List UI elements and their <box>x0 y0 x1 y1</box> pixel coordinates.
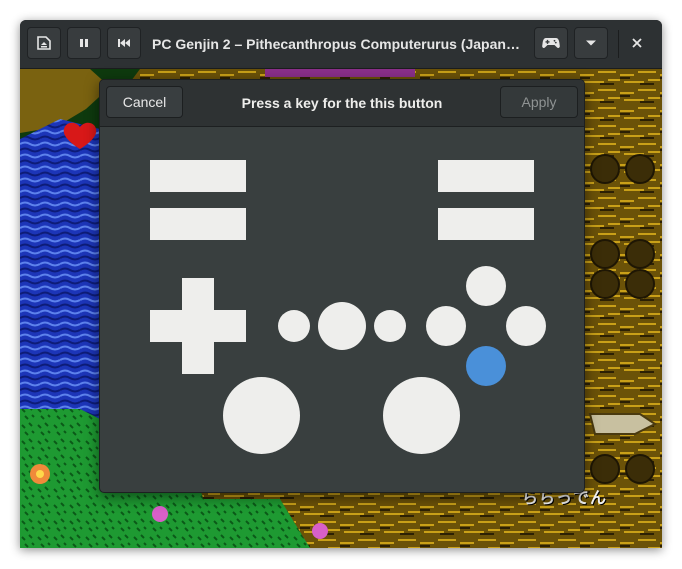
left-trigger-button[interactable] <box>150 208 246 240</box>
close-icon <box>631 37 643 49</box>
restart-button[interactable] <box>107 27 141 59</box>
dpad-horizontal[interactable] <box>150 310 246 342</box>
right-shoulder-button[interactable] <box>438 160 534 192</box>
face-button-left[interactable] <box>426 306 466 346</box>
pause-icon <box>77 36 91 50</box>
chevron-down-icon <box>585 39 597 47</box>
skip-backward-icon <box>116 36 132 50</box>
gamepad-icon <box>542 36 560 50</box>
apply-button[interactable]: Apply <box>500 86 578 118</box>
close-button[interactable] <box>620 27 654 59</box>
start-button[interactable] <box>374 310 406 342</box>
left-shoulder-button[interactable] <box>150 160 246 192</box>
window-title: PC Genjin 2 – Pithecanthropus Computerur… <box>152 36 524 52</box>
right-stick[interactable] <box>383 377 460 454</box>
select-button[interactable] <box>278 310 310 342</box>
left-stick[interactable] <box>223 377 300 454</box>
home-button[interactable] <box>318 302 366 350</box>
pause-button[interactable] <box>67 27 101 59</box>
menu-button[interactable] <box>574 27 608 59</box>
dialog-header: Cancel Press a key for the this button A… <box>100 80 584 127</box>
dialog-title: Press a key for the this button <box>241 95 443 111</box>
input-mode-button[interactable] <box>534 27 568 59</box>
face-button-top[interactable] <box>466 266 506 306</box>
face-button-bottom[interactable] <box>466 346 506 386</box>
eject-button[interactable] <box>27 27 61 59</box>
media-eject-icon <box>35 34 53 52</box>
face-button-right[interactable] <box>506 306 546 346</box>
gamepad-diagram <box>100 127 584 492</box>
right-trigger-button[interactable] <box>438 208 534 240</box>
headerbar: PC Genjin 2 – Pithecanthropus Computerur… <box>20 20 662 69</box>
headerbar-separator <box>618 30 619 58</box>
button-mapping-dialog: Cancel Press a key for the this button A… <box>99 79 585 493</box>
cancel-button[interactable]: Cancel <box>106 86 183 118</box>
app-window: PC Genjin 2 – Pithecanthropus Computerur… <box>20 20 662 548</box>
